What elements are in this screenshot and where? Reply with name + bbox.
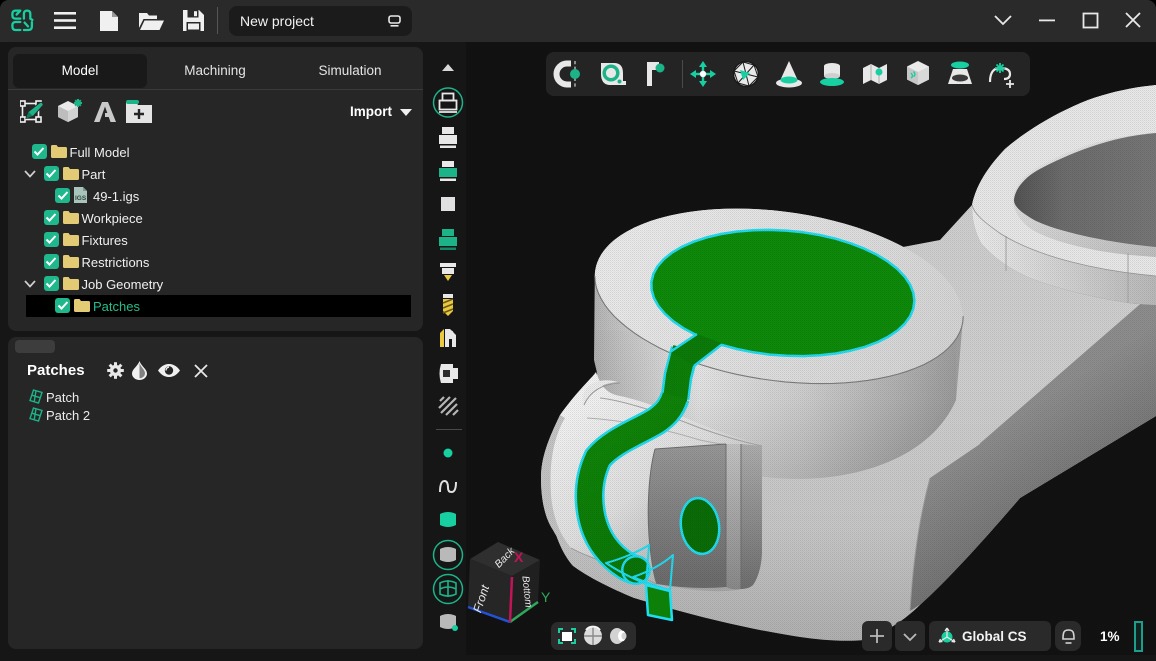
svg-text:IGS: IGS bbox=[75, 195, 87, 202]
svg-text:Y: Y bbox=[541, 589, 551, 605]
svg-text:X: X bbox=[514, 549, 524, 565]
